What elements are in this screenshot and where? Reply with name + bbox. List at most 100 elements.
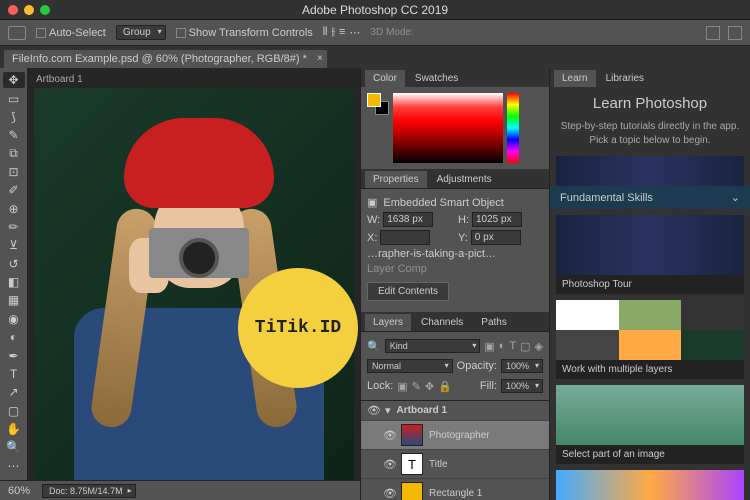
color-field[interactable] — [393, 93, 503, 163]
zoom-tool[interactable]: 🔍 — [3, 439, 25, 455]
fg-bg-swatch[interactable] — [367, 93, 389, 115]
filter-type-icon[interactable]: T — [509, 340, 516, 353]
layer-item[interactable]: 👁 Photographer — [361, 421, 549, 450]
align-icon[interactable]: ⫴ — [323, 26, 328, 39]
tab-properties[interactable]: Properties — [365, 171, 427, 188]
filter-type-icon[interactable]: ▣ — [484, 340, 494, 353]
tab-adjustments[interactable]: Adjustments — [429, 171, 500, 188]
eraser-tool[interactable]: ◧ — [3, 274, 25, 290]
path-tool[interactable]: ↗ — [3, 384, 25, 400]
hand-tool[interactable]: ✋ — [3, 421, 25, 437]
lasso-tool[interactable]: ⟆ — [3, 109, 25, 125]
lock-icon[interactable]: ✥ — [425, 380, 434, 393]
move-tool[interactable]: ✥ — [3, 72, 25, 88]
show-transform-toggle[interactable]: Show Transform Controls — [176, 27, 313, 39]
maximize-window-button[interactable] — [40, 5, 50, 15]
learn-category-image — [556, 156, 744, 186]
shape-layer-thumb — [401, 482, 423, 500]
chevron-down-icon[interactable]: ▾ — [385, 404, 391, 417]
lock-icon[interactable]: 🔒 — [438, 380, 452, 393]
edit-contents-button[interactable]: Edit Contents — [367, 282, 449, 301]
crop-tool[interactable]: ⧉ — [3, 145, 25, 161]
auto-select-mode-dropdown[interactable]: Group — [116, 25, 166, 40]
marquee-tool[interactable]: ▭ — [3, 90, 25, 106]
tab-learn[interactable]: Learn — [554, 70, 596, 87]
type-tool[interactable]: T — [3, 366, 25, 382]
align-icon[interactable]: ⫲ — [331, 26, 335, 39]
lock-icon[interactable]: ✎ — [412, 380, 421, 393]
filter-type-icon[interactable]: ◐ — [499, 340, 506, 353]
layer-item-artboard[interactable]: 👁 ▾ Artboard 1 — [361, 401, 549, 421]
align-icons: ⫴ ⫲ ≡ ⋯ — [323, 26, 361, 39]
learn-title: Learn Photoshop — [550, 87, 750, 120]
tutorial-title: Select part of an image — [556, 445, 744, 464]
layer-item[interactable]: 👁 T Title — [361, 450, 549, 479]
tab-libraries[interactable]: Libraries — [598, 70, 652, 87]
chevron-down-icon: ⌄ — [731, 191, 740, 204]
tab-color[interactable]: Color — [365, 70, 405, 87]
zoom-level[interactable]: 60% — [8, 485, 30, 497]
tab-paths[interactable]: Paths — [473, 314, 515, 331]
tab-layers[interactable]: Layers — [365, 314, 411, 331]
source-filename: …rapher-is-taking-a-pict… — [367, 248, 543, 260]
learn-category-header[interactable]: Fundamental Skills⌄ — [550, 186, 750, 209]
workspace-icon[interactable] — [728, 26, 742, 40]
properties-panel-tabs: Properties Adjustments — [361, 169, 549, 188]
eyedropper-tool[interactable]: ✐ — [3, 182, 25, 198]
layer-filter-dropdown[interactable]: Kind — [385, 339, 481, 353]
canvas-area[interactable]: Artboard 1 TiTik.ID © FileInfo.com — [28, 68, 360, 500]
x-field[interactable] — [380, 230, 430, 245]
learn-subtitle: Step-by-step tutorials directly in the a… — [550, 120, 750, 156]
home-icon[interactable] — [8, 26, 26, 40]
y-field[interactable] — [471, 230, 521, 245]
tutorial-card[interactable]: Select part of an image — [556, 385, 744, 464]
opacity-field[interactable]: 100% — [501, 359, 543, 373]
edit-toolbar[interactable]: ⋯ — [3, 458, 25, 474]
height-field[interactable] — [472, 212, 522, 227]
tutorial-card[interactable]: Use a layer mask to add an object to an … — [556, 470, 744, 500]
align-icon[interactable]: ⋯ — [349, 26, 360, 39]
hue-slider[interactable] — [507, 93, 519, 163]
lock-icon[interactable]: ▣ — [397, 380, 407, 393]
filter-icon[interactable]: 🔍 — [367, 340, 381, 353]
fill-label: Fill: — [480, 380, 497, 392]
stamp-tool[interactable]: ⊻ — [3, 237, 25, 253]
close-window-button[interactable] — [8, 5, 18, 15]
gradient-tool[interactable]: ▦ — [3, 292, 25, 308]
options-bar: Auto-Select Group Show Transform Control… — [0, 20, 750, 46]
tutorial-card[interactable]: Work with multiple layers — [556, 300, 744, 379]
tab-swatches[interactable]: Swatches — [407, 70, 466, 87]
auto-select-toggle[interactable]: Auto-Select — [36, 27, 106, 39]
width-field[interactable] — [383, 212, 433, 227]
pen-tool[interactable]: ✒ — [3, 347, 25, 363]
tutorial-image — [556, 215, 744, 275]
layer-thumb — [401, 424, 423, 446]
dodge-tool[interactable]: ◐ — [3, 329, 25, 345]
shape-tool[interactable]: ▢ — [3, 402, 25, 418]
search-icon[interactable] — [706, 26, 720, 40]
blur-tool[interactable]: ◉ — [3, 311, 25, 327]
doc-info-dropdown[interactable]: Doc: 8.75M/14.7M — [42, 484, 136, 498]
filter-type-icon[interactable]: ▢ — [520, 340, 530, 353]
frame-tool[interactable]: ⊡ — [3, 164, 25, 180]
visibility-icon[interactable]: 👁 — [383, 487, 395, 500]
blend-mode-dropdown[interactable]: Normal — [367, 359, 453, 373]
visibility-icon[interactable]: 👁 — [383, 429, 395, 442]
visibility-icon[interactable]: 👁 — [383, 458, 395, 471]
align-icon[interactable]: ≡ — [339, 26, 345, 39]
width-label: W: — [367, 214, 380, 226]
layer-item[interactable]: 👁 Rectangle 1 — [361, 479, 549, 500]
visibility-icon[interactable]: 👁 — [367, 404, 379, 417]
tab-channels[interactable]: Channels — [413, 314, 471, 331]
brush-tool[interactable]: ✏ — [3, 219, 25, 235]
document-tab[interactable]: FileInfo.com Example.psd @ 60% (Photogra… — [4, 50, 327, 68]
close-tab-icon[interactable]: × — [317, 53, 323, 64]
fill-field[interactable]: 100% — [501, 379, 543, 393]
tutorial-card[interactable]: Photoshop Tour — [556, 215, 744, 294]
history-brush-tool[interactable]: ↺ — [3, 256, 25, 272]
minimize-window-button[interactable] — [24, 5, 34, 15]
filter-type-icon[interactable]: ◈ — [535, 340, 543, 353]
healing-tool[interactable]: ⊕ — [3, 201, 25, 217]
color-panel-tabs: Color Swatches — [361, 68, 549, 87]
quick-select-tool[interactable]: ✎ — [3, 127, 25, 143]
